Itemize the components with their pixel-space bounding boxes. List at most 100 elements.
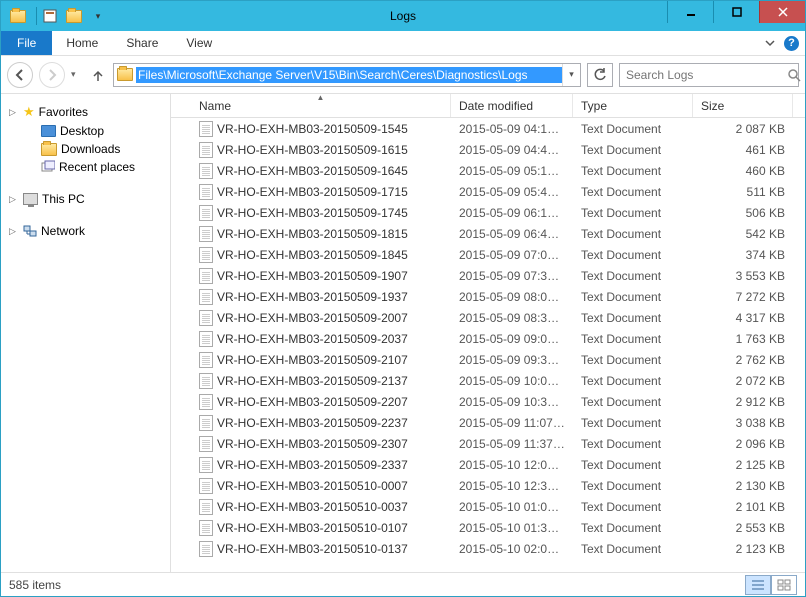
minimize-button[interactable]	[667, 1, 713, 23]
column-name[interactable]: ▲Name	[191, 94, 451, 117]
search-box[interactable]	[619, 63, 799, 87]
file-row[interactable]: VR-HO-EXH-MB03-20150509-16452015-05-09 0…	[171, 160, 805, 181]
file-row[interactable]: VR-HO-EXH-MB03-20150509-17152015-05-09 0…	[171, 181, 805, 202]
text-file-icon	[199, 436, 213, 452]
file-row[interactable]: VR-HO-EXH-MB03-20150509-18152015-05-09 0…	[171, 223, 805, 244]
file-row[interactable]: VR-HO-EXH-MB03-20150509-17452015-05-09 0…	[171, 202, 805, 223]
address-history-dropdown[interactable]: ▾	[562, 64, 580, 86]
file-row[interactable]: VR-HO-EXH-MB03-20150509-20372015-05-09 0…	[171, 328, 805, 349]
file-name: VR-HO-EXH-MB03-20150509-1615	[217, 143, 408, 157]
address-bar[interactable]: Files\Microsoft\Exchange Server\V15\Bin\…	[113, 63, 581, 87]
back-button[interactable]	[7, 62, 33, 88]
file-list-pane: ▲Name Date modified Type Size VR-HO-EXH-…	[171, 94, 805, 572]
file-row[interactable]: VR-HO-EXH-MB03-20150509-19072015-05-09 0…	[171, 265, 805, 286]
properties-icon[interactable]	[39, 5, 61, 27]
forward-button[interactable]	[39, 62, 65, 88]
file-name: VR-HO-EXH-MB03-20150509-2237	[217, 416, 408, 430]
file-row[interactable]: VR-HO-EXH-MB03-20150509-22072015-05-09 1…	[171, 391, 805, 412]
column-type[interactable]: Type	[573, 94, 693, 117]
view-tab[interactable]: View	[172, 31, 226, 55]
file-size-cell: 1 763 KB	[693, 332, 793, 346]
file-row[interactable]: VR-HO-EXH-MB03-20150509-2237 2015-05-09 1…	[171, 412, 805, 433]
file-row[interactable]: VR-HO-EXH-MB03-20150509-2337 2015-05-10 1…	[171, 454, 805, 475]
favorites-label: Favorites	[39, 105, 88, 119]
file-name: VR-HO-EXH-MB03-20150510-0107	[217, 521, 408, 535]
search-input[interactable]	[620, 68, 787, 82]
this-pc-label: This PC	[42, 192, 85, 206]
file-type-cell: Text Document	[573, 143, 693, 157]
file-type-cell: Text Document	[573, 521, 693, 535]
file-date-cell: 2015-05-10 12:37 ...	[451, 479, 573, 493]
file-type-cell: Text Document	[573, 542, 693, 556]
refresh-button[interactable]	[587, 63, 613, 87]
file-row[interactable]: VR-HO-EXH-MB03-20150509-20072015-05-09 0…	[171, 307, 805, 328]
file-row[interactable]: VR-HO-EXH-MB03-20150509-23072015-05-09 1…	[171, 433, 805, 454]
new-folder-icon[interactable]	[63, 5, 85, 27]
file-date-cell: 2015-05-09 04:45 ...	[451, 143, 573, 157]
file-row[interactable]: VR-HO-EXH-MB03-20150510-01072015-05-10 0…	[171, 517, 805, 538]
file-type-cell: Text Document	[573, 206, 693, 220]
file-size-cell: 2 087 KB	[693, 122, 793, 136]
file-date-cell: 2015-05-09 07:06 ...	[451, 248, 573, 262]
address-text[interactable]: Files\Microsoft\Exchange Server\V15\Bin\…	[136, 67, 562, 83]
file-row[interactable]: VR-HO-EXH-MB03-20150509-21372015-05-09 1…	[171, 370, 805, 391]
search-icon[interactable]	[787, 68, 801, 82]
file-name-cell: VR-HO-EXH-MB03-20150510-0037	[191, 499, 451, 515]
file-row[interactable]: VR-HO-EXH-MB03-20150510-01372015-05-10 0…	[171, 538, 805, 559]
qat-customize-dropdown[interactable]: ▾	[87, 5, 109, 27]
file-name: VR-HO-EXH-MB03-20150509-1845	[217, 248, 408, 262]
file-name-cell: VR-HO-EXH-MB03-20150509-2037	[191, 331, 451, 347]
recent-icon	[41, 160, 55, 174]
file-size-cell: 460 KB	[693, 164, 793, 178]
file-date-cell: 2015-05-09 11:07 ...	[451, 416, 573, 430]
quick-access-toolbar: ▾	[1, 5, 109, 27]
file-type-cell: Text Document	[573, 437, 693, 451]
up-button[interactable]	[89, 64, 107, 86]
file-row[interactable]: VR-HO-EXH-MB03-20150509-1615 2015-05-09 0…	[171, 139, 805, 160]
network-group[interactable]: ▷Network	[1, 222, 170, 240]
file-row[interactable]: VR-HO-EXH-MB03-20150510-00372015-05-10 0…	[171, 496, 805, 517]
text-file-icon	[199, 541, 213, 557]
file-rows[interactable]: VR-HO-EXH-MB03-20150509-15452015-05-09 0…	[171, 118, 805, 572]
file-size-cell: 3 553 KB	[693, 269, 793, 283]
this-pc-group[interactable]: ▷This PC	[1, 190, 170, 208]
file-date-cell: 2015-05-10 12:07 ...	[451, 458, 573, 472]
file-type-cell: Text Document	[573, 458, 693, 472]
body: ▷★Favorites Desktop Downloads Recent pla…	[1, 94, 805, 572]
file-name-cell: VR-HO-EXH-MB03-20150510-0137	[191, 541, 451, 557]
nav-recent-places[interactable]: Recent places	[1, 158, 170, 176]
home-tab[interactable]: Home	[52, 31, 112, 55]
file-name-cell: VR-HO-EXH-MB03-20150509-1615	[191, 142, 451, 158]
details-view-button[interactable]	[745, 575, 771, 595]
share-tab[interactable]: Share	[112, 31, 172, 55]
nav-desktop-label: Desktop	[60, 124, 104, 138]
file-row[interactable]: VR-HO-EXH-MB03-20150510-00072015-05-10 1…	[171, 475, 805, 496]
nav-downloads[interactable]: Downloads	[1, 140, 170, 158]
file-row[interactable]: VR-HO-EXH-MB03-20150509-21072015-05-09 0…	[171, 349, 805, 370]
file-row[interactable]: VR-HO-EXH-MB03-20150509-1845 2015-05-09 0…	[171, 244, 805, 265]
status-bar: 585 items	[1, 572, 805, 596]
nav-desktop[interactable]: Desktop	[1, 122, 170, 140]
text-file-icon	[199, 163, 213, 179]
maximize-button[interactable]	[713, 1, 759, 23]
window-controls	[667, 1, 805, 23]
file-size-cell: 4 317 KB	[693, 311, 793, 325]
file-name: VR-HO-EXH-MB03-20150509-2337	[217, 458, 408, 472]
thumbnails-view-button[interactable]	[771, 575, 797, 595]
history-dropdown[interactable]: ▾	[71, 69, 83, 80]
file-tab[interactable]: File	[1, 31, 52, 55]
file-date-cell: 2015-05-09 04:15 ...	[451, 122, 573, 136]
file-size-cell: 2 553 KB	[693, 521, 793, 535]
file-name: VR-HO-EXH-MB03-20150509-1937	[217, 290, 408, 304]
close-button[interactable]	[759, 1, 805, 23]
file-row[interactable]: VR-HO-EXH-MB03-20150509-19372015-05-09 0…	[171, 286, 805, 307]
column-date[interactable]: Date modified	[451, 94, 573, 117]
favorites-group[interactable]: ▷★Favorites	[1, 102, 170, 122]
column-size[interactable]: Size	[693, 94, 793, 117]
file-name-cell: VR-HO-EXH-MB03-20150510-0007	[191, 478, 451, 494]
file-row[interactable]: VR-HO-EXH-MB03-20150509-15452015-05-09 0…	[171, 118, 805, 139]
ribbon: File Home Share View ?	[1, 31, 805, 56]
help-icon[interactable]: ?	[784, 36, 799, 51]
file-date-cell: 2015-05-09 06:15 ...	[451, 206, 573, 220]
expand-ribbon-icon[interactable]	[762, 35, 778, 51]
